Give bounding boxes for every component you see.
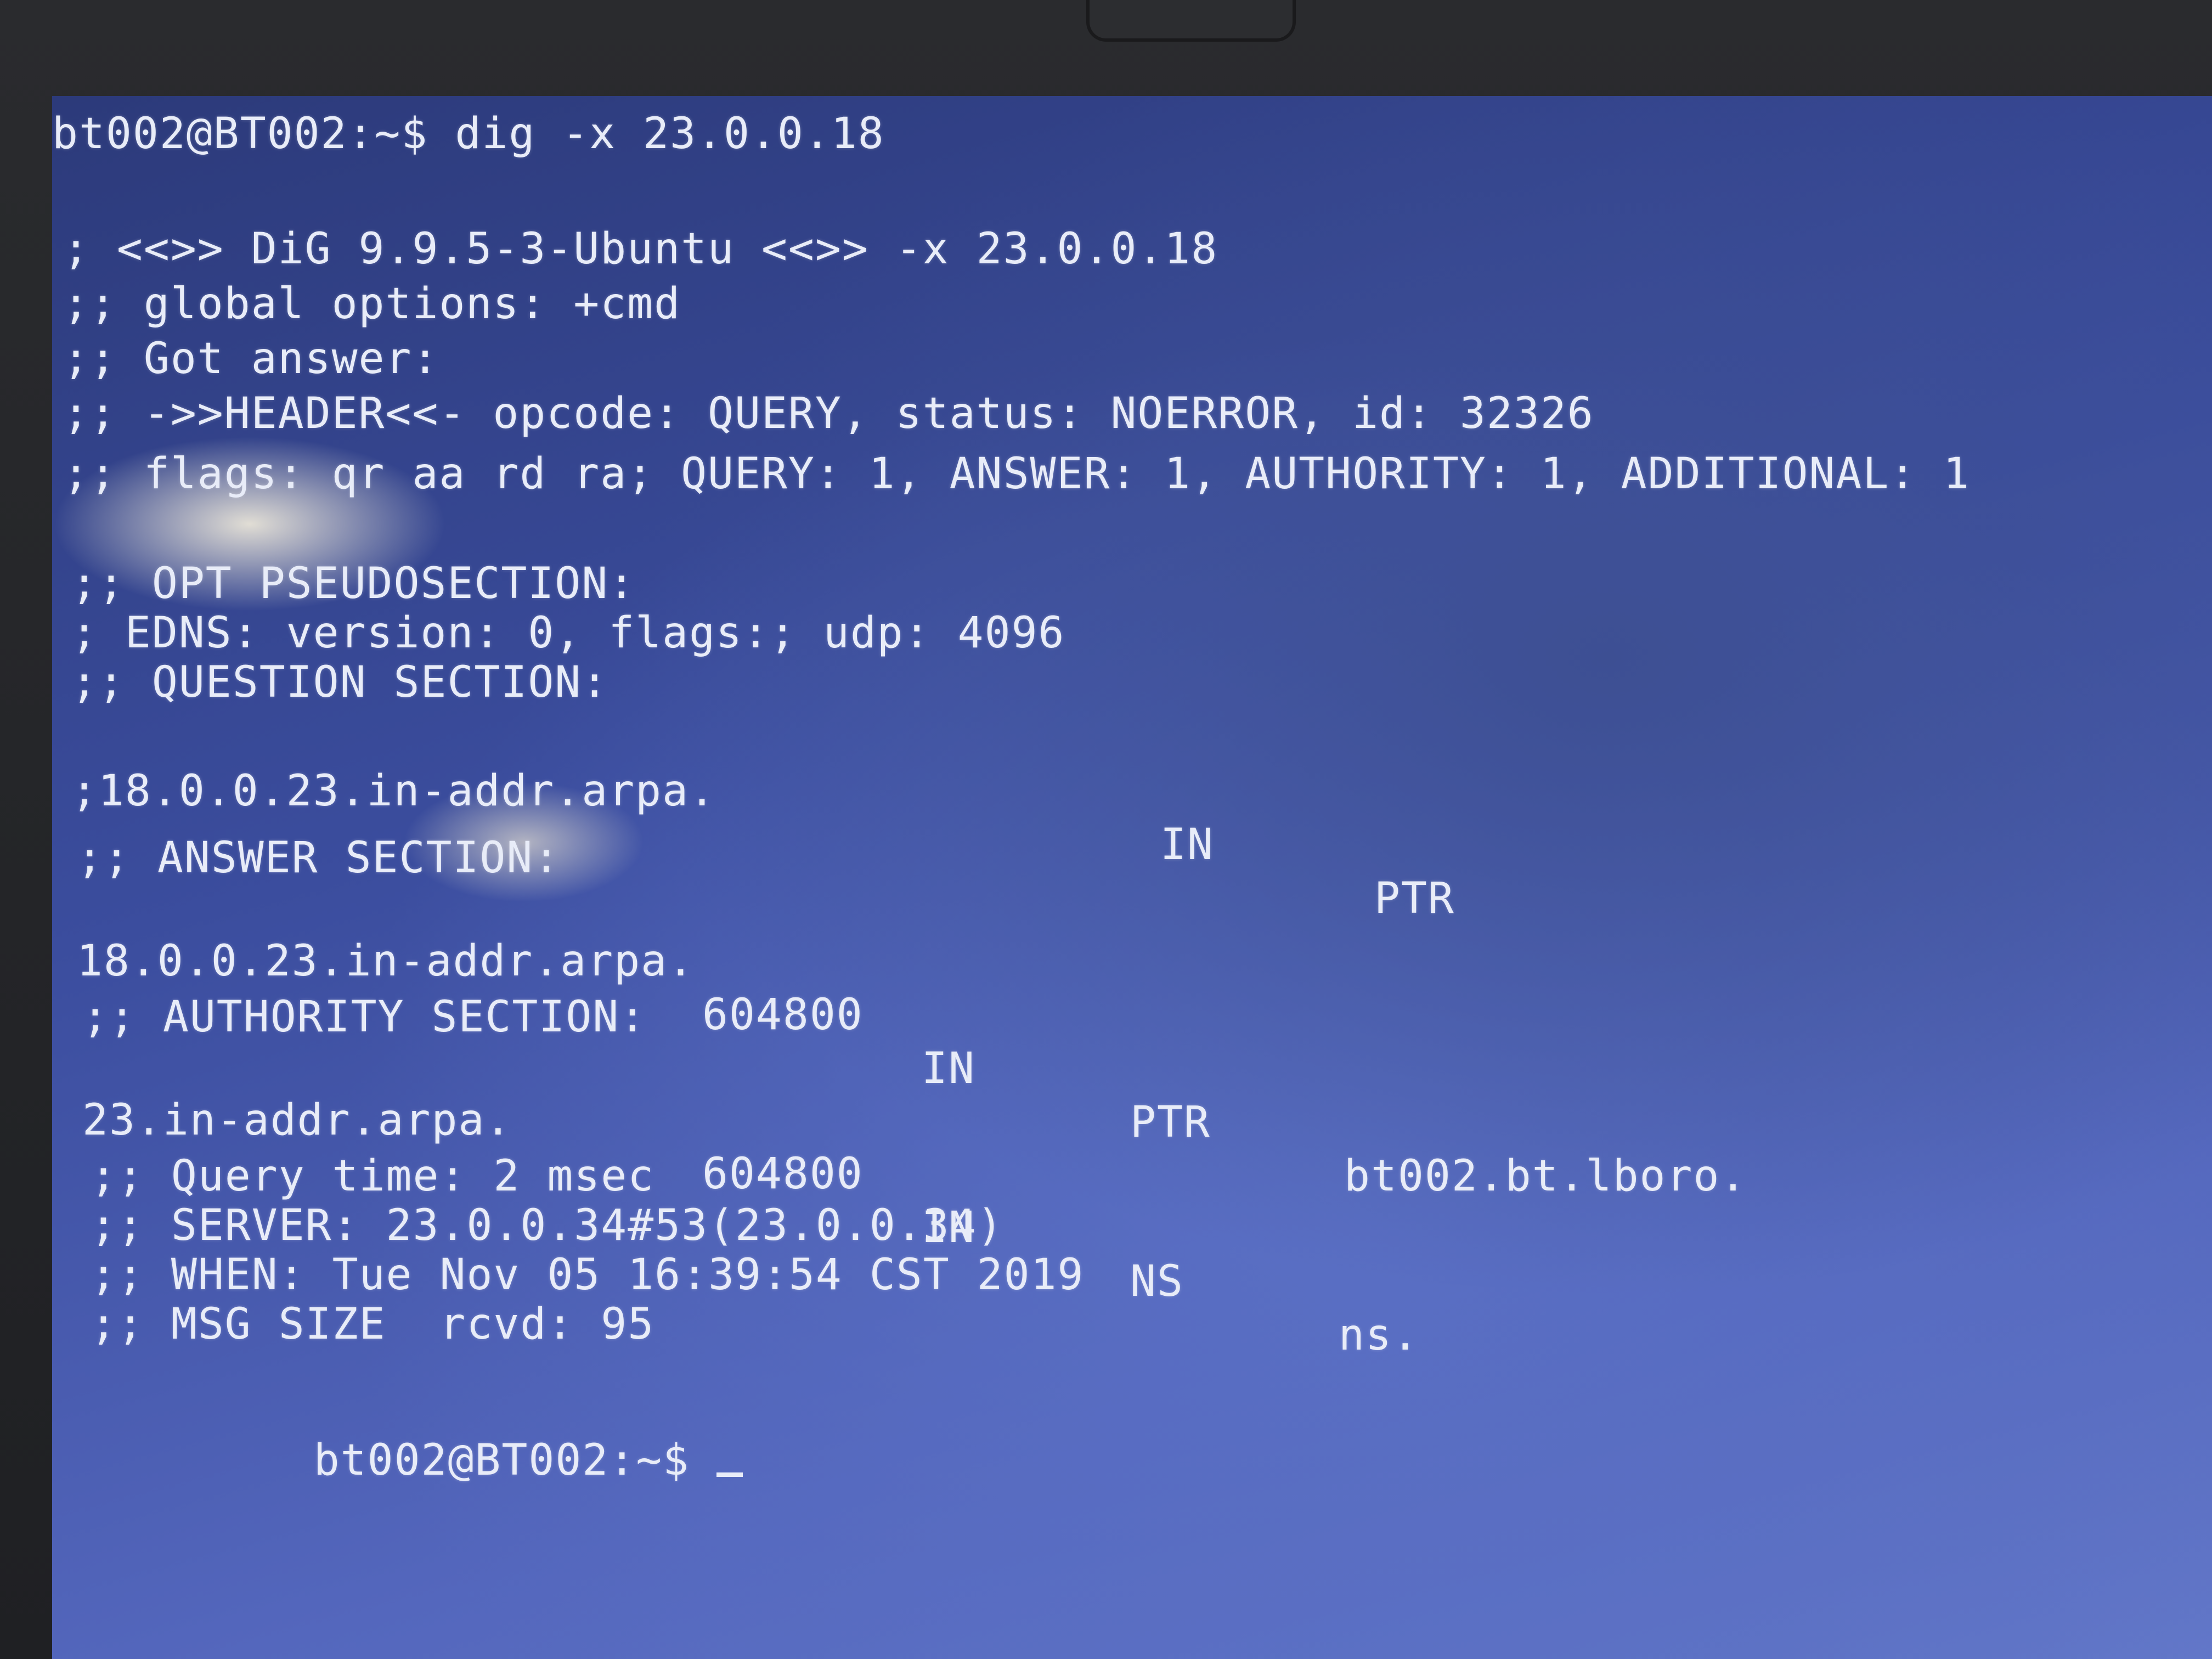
- answer-type: PTR: [1130, 1098, 1211, 1147]
- answer-section-heading: ;; ANSWER SECTION:: [77, 833, 561, 883]
- question-class: IN: [1160, 820, 1214, 870]
- answer-data: bt002.bt.lboro.: [1344, 1152, 1747, 1201]
- question-name: ;18.0.0.23.in-addr.arpa.: [71, 766, 716, 816]
- authority-ttl: 604800: [702, 1149, 864, 1199]
- dig-banner: ; <<>> DiG 9.9.5-3-Ubuntu <<>> -x 23.0.0…: [63, 224, 1218, 274]
- opt-pseudosection-heading: ;; OPT PSEUDOSECTION:: [71, 559, 636, 608]
- question-type: PTR: [1374, 874, 1455, 923]
- command-line: bt002@BT002:~$ dig -x 23.0.0.18: [52, 109, 885, 159]
- msg-size-line: ;; MSG SIZE rcvd: 95: [91, 1300, 655, 1349]
- authority-section-heading: ;; AUTHORITY SECTION:: [82, 992, 647, 1042]
- answer-class: IN: [922, 1044, 975, 1093]
- text-cursor: [716, 1472, 743, 1477]
- global-options-line: ;; global options: +cmd: [63, 279, 681, 329]
- authority-data: ns.: [1339, 1311, 1419, 1360]
- authority-name: 23.in-addr.arpa.: [82, 1096, 512, 1145]
- question-section-heading: ;; QUESTION SECTION:: [71, 658, 609, 707]
- query-time-line: ;; Query time: 2 msec: [91, 1152, 655, 1201]
- when-line: ;; WHEN: Tue Nov 05 16:39:54 CST 2019: [91, 1250, 1085, 1300]
- terminal-screen[interactable]: bt002@BT002:~$ dig -x 23.0.0.18 ; <<>> D…: [52, 96, 2212, 1659]
- terminal-output: bt002@BT002:~$ dig -x 23.0.0.18 ; <<>> D…: [52, 96, 2212, 1659]
- answer-ttl: 604800: [702, 990, 864, 1040]
- webcam-housing: [1086, 0, 1296, 42]
- got-answer-line: ;; Got answer:: [63, 334, 439, 383]
- prompt-text: bt002@BT002:~$: [313, 1436, 717, 1485]
- server-line: ;; SERVER: 23.0.0.34#53(23.0.0.34): [91, 1201, 1004, 1250]
- laptop-bezel: bt002@BT002:~$ dig -x 23.0.0.18 ; <<>> D…: [0, 0, 2212, 1659]
- authority-type: NS: [1130, 1257, 1184, 1306]
- edns-line: ; EDNS: version: 0, flags:; udp: 4096: [71, 608, 1065, 658]
- flags-line: ;; flags: qr aa rd ra; QUERY: 1, ANSWER:…: [63, 449, 1971, 499]
- header-line: ;; ->>HEADER<<- opcode: QUERY, status: N…: [63, 389, 1594, 438]
- answer-name: 18.0.0.23.in-addr.arpa.: [77, 936, 695, 986]
- shell-prompt[interactable]: bt002@BT002:~$: [99, 1380, 743, 1541]
